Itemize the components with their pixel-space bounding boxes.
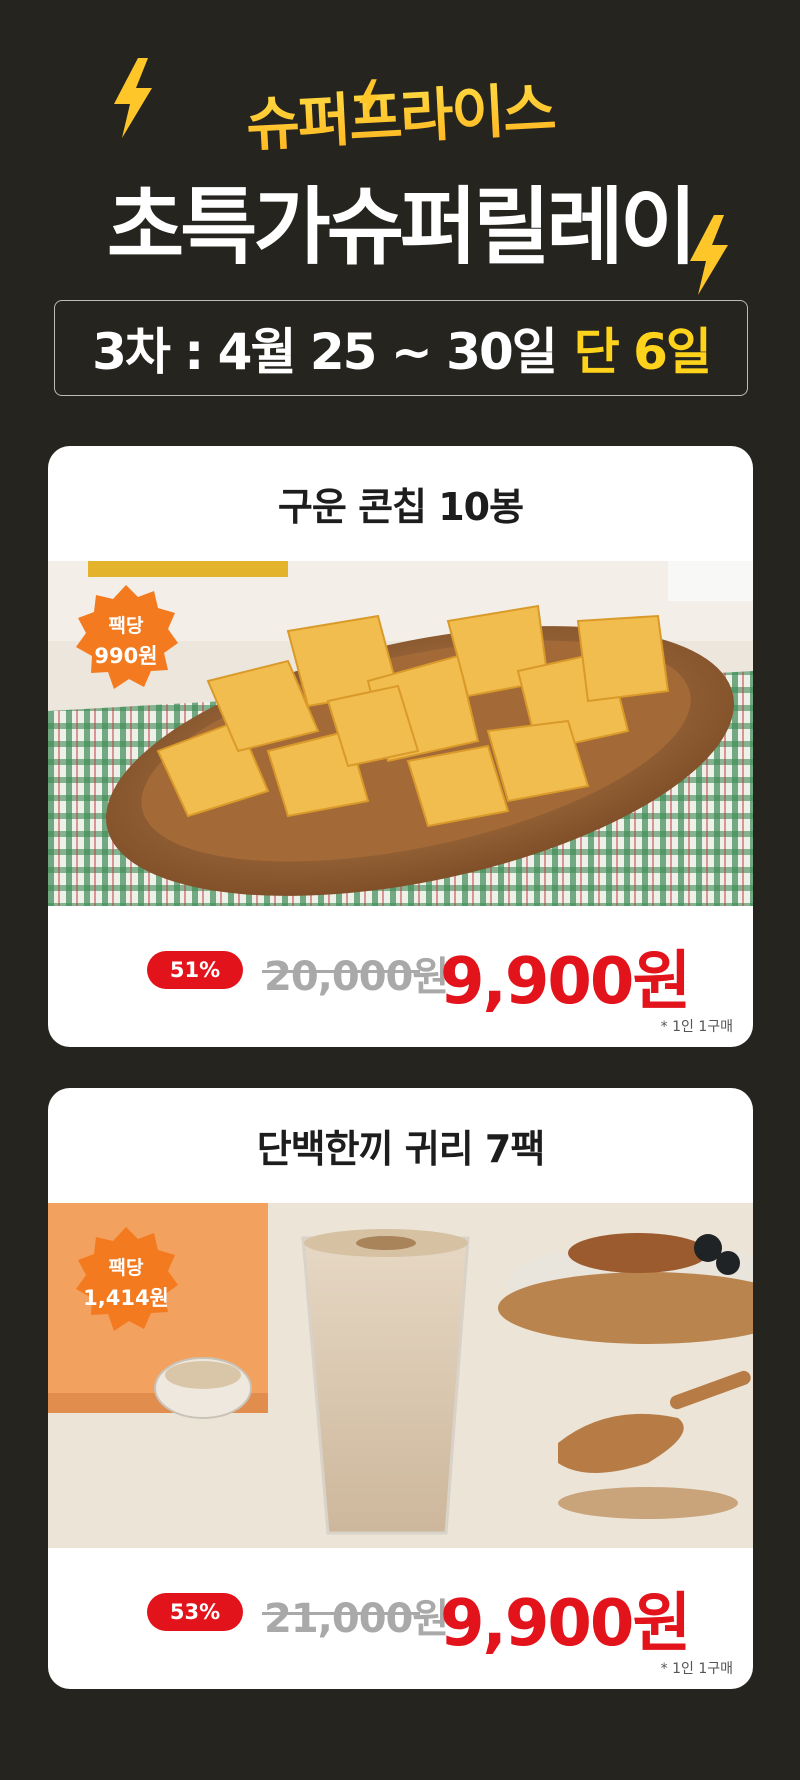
- event-duration: 단 6일: [573, 323, 712, 381]
- discount-badge: 51%: [147, 951, 243, 989]
- event-headline: 초특가슈퍼릴레이: [106, 178, 697, 276]
- purchase-limit-note: * 1인 1구매: [660, 1661, 733, 1677]
- product-title: 단백한끼 귀리 7팩: [256, 1127, 546, 1171]
- price-row: 51% 20,000원 9,900원: [48, 936, 753, 1019]
- price-per-pack-badge: 팩당 1,414원: [72, 1225, 180, 1333]
- product-card-corn-chips[interactable]: 구운 콘칩 10봉 팩당 990원 51% 20,000원 9,900원 * 1…: [48, 446, 753, 1047]
- sale-price: 9,900원: [440, 1587, 691, 1661]
- badge-price: 1,414원: [83, 1286, 169, 1310]
- price-row: 53% 21,000원 9,900원: [48, 1578, 753, 1661]
- product-image-corn-chips: 팩당 990원: [48, 561, 753, 906]
- product-image-oat-protein: 팩당 1,414원: [48, 1203, 753, 1548]
- strikethrough-line: [262, 970, 420, 973]
- badge-label: 팩당: [108, 615, 144, 637]
- badge-price: 990원: [94, 644, 158, 668]
- product-title: 구운 콘칩 10봉: [277, 485, 524, 529]
- original-price: 20,000원: [264, 954, 449, 1000]
- event-period-box: 3차 : 4월 25 ~ 30일 단 6일: [54, 300, 748, 396]
- strikethrough-line: [262, 1612, 420, 1615]
- event-period: 3차 : 4월 25 ~ 30일: [92, 323, 558, 381]
- product-card-oat-protein[interactable]: 단백한끼 귀리 7팩 팩당 1,414원 53% 21,000원 9,900원 …: [48, 1088, 753, 1689]
- promo-header: 슈퍼프라이스 초특가슈퍼릴레이 3차 : 4월 25 ~ 30일 단 6일: [0, 0, 800, 420]
- lightning-bolt-icon: [690, 215, 728, 295]
- sale-price: 9,900원: [440, 945, 691, 1019]
- price-per-pack-badge: 팩당 990원: [72, 583, 180, 691]
- discount-badge: 53%: [147, 1593, 243, 1631]
- purchase-limit-note: * 1인 1구매: [660, 1019, 733, 1035]
- lightning-bolt-icon: [359, 79, 379, 121]
- original-price: 21,000원: [264, 1596, 449, 1642]
- badge-label: 팩당: [108, 1257, 144, 1279]
